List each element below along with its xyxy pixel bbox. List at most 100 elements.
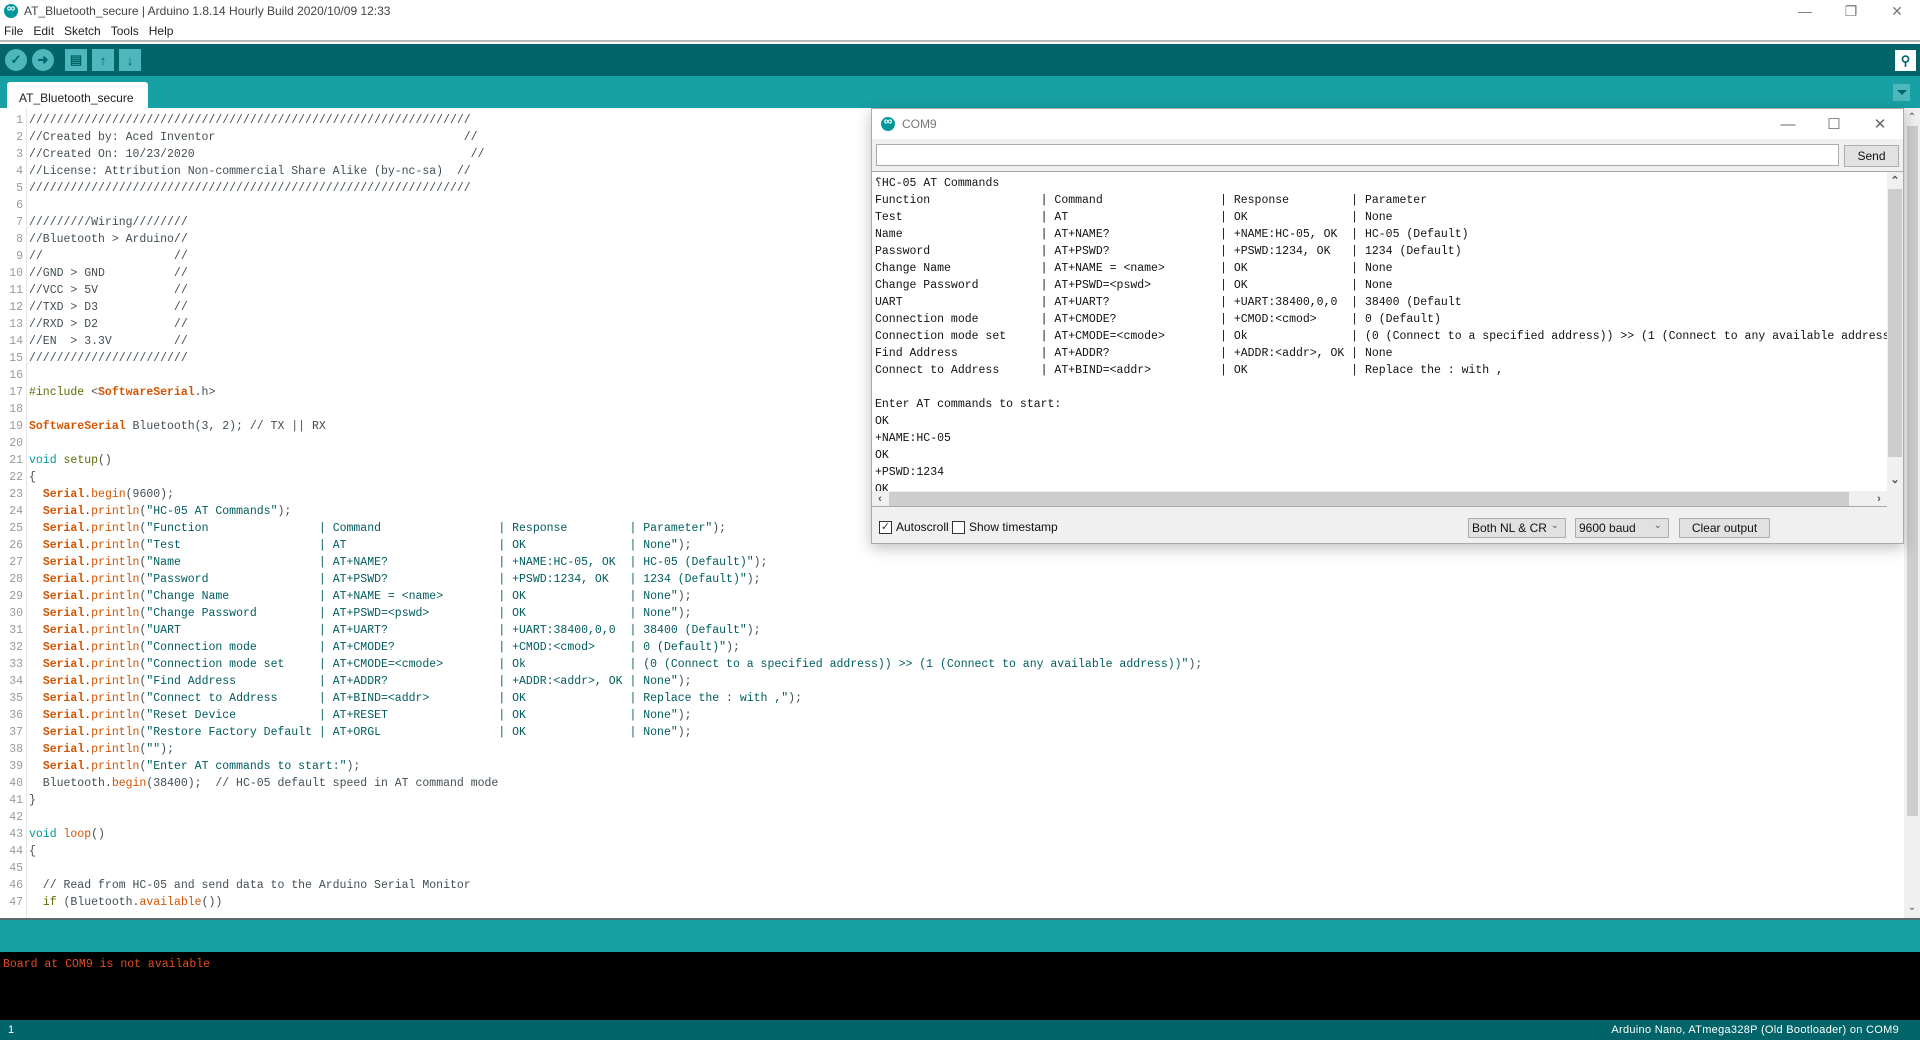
code-line[interactable]: 33 Serial.println("Connection mode set |…: [0, 656, 1202, 673]
scroll-up-icon[interactable]: ⌃: [1904, 110, 1920, 126]
code-line[interactable]: 38 Serial.println("");: [0, 741, 1202, 758]
line-number: 41: [9, 794, 23, 807]
menu-tools[interactable]: Tools: [110, 24, 140, 38]
serial-input[interactable]: [876, 144, 1839, 166]
code-text: Serial.println("Password | AT+PSWD? | +P…: [24, 571, 761, 588]
upload-button[interactable]: ➜: [32, 49, 54, 71]
code-line[interactable]: 35 Serial.println("Connect to Address | …: [0, 690, 1202, 707]
scroll-down-icon[interactable]: ⌄: [1904, 900, 1920, 916]
checkbox-unchecked-icon[interactable]: [952, 520, 965, 534]
code-line[interactable]: 32 Serial.println("Connection mode | AT+…: [0, 639, 1202, 656]
code-line[interactable]: 41}: [0, 792, 1202, 809]
code-token: "HC-05 AT Commands": [146, 505, 278, 518]
code-line[interactable]: 42: [0, 809, 1202, 826]
serial-vertical-scrollbar[interactable]: ⌃ ⌄: [1887, 172, 1903, 491]
code-token: "Change Password | AT+PSWD=<pswd> | OK |…: [146, 607, 678, 620]
serial-monitor-button[interactable]: ⚲: [1895, 50, 1916, 71]
scroll-right-icon[interactable]: ›: [1871, 491, 1887, 507]
code-text: Serial.begin(9600);: [24, 486, 174, 503]
code-token: println: [91, 573, 140, 586]
code-text: ///////////////////////: [24, 350, 188, 367]
line-number: 4: [16, 165, 23, 178]
verify-button[interactable]: ✓: [5, 49, 27, 71]
code-token: (Bluetooth.: [56, 896, 140, 909]
code-token: Serial: [42, 522, 85, 535]
code-line[interactable]: 31 Serial.println("UART | AT+UART? | +UA…: [0, 622, 1202, 639]
serial-close-button[interactable]: ✕: [1857, 109, 1903, 139]
code-token: "": [146, 743, 161, 756]
scrollbar-thumb[interactable]: [889, 492, 1849, 506]
scrollbar-thumb[interactable]: [1907, 126, 1918, 816]
editor-vertical-scrollbar[interactable]: ⌃ ⌄: [1904, 108, 1920, 918]
code-line[interactable]: 30 Serial.println("Change Password | AT+…: [0, 605, 1202, 622]
line-number: 34: [9, 675, 23, 688]
code-token: if: [42, 896, 57, 909]
line-number: 37: [9, 726, 23, 739]
code-line[interactable]: 36 Serial.println("Reset Device | AT+RES…: [0, 707, 1202, 724]
toolbar: ✓ ➜ ▤ ↑ ↓ ⚲: [0, 44, 1920, 76]
line-number: 45: [9, 862, 23, 875]
code-line[interactable]: 39 Serial.println("Enter AT commands to …: [0, 758, 1202, 775]
status-line-number: 1: [8, 1024, 15, 1036]
tab-at-bluetooth-secure[interactable]: AT_Bluetooth_secure: [7, 82, 148, 108]
code-line[interactable]: 37 Serial.println("Restore Factory Defau…: [0, 724, 1202, 741]
line-number: 5: [16, 182, 23, 195]
tab-menu-button[interactable]: [1893, 84, 1910, 101]
serial-minimize-button[interactable]: —: [1765, 109, 1811, 139]
code-line[interactable]: 43 void loop(): [0, 826, 1202, 843]
new-sketch-button[interactable]: ▤: [65, 49, 87, 71]
code-token: //License: Attribution Non-commercial Sh…: [29, 165, 471, 178]
chevron-down-icon: ⌄: [1550, 520, 1559, 531]
open-sketch-button[interactable]: ↑: [92, 49, 114, 71]
code-line[interactable]: 29 Serial.println("Change Name | AT+NAME…: [0, 588, 1202, 605]
line-number: 43: [9, 828, 23, 841]
code-line[interactable]: 44 {: [0, 843, 1202, 860]
code-line[interactable]: 40 Bluetooth.begin(38400); // HC-05 defa…: [0, 775, 1202, 792]
menu-edit[interactable]: Edit: [32, 24, 55, 38]
code-text: }: [24, 792, 36, 809]
serial-maximize-button[interactable]: ☐: [1811, 109, 1857, 139]
code-token: void: [29, 454, 57, 467]
line-number: 18: [9, 403, 23, 416]
code-text: //Created by: Aced Inventor //: [24, 129, 478, 146]
code-token: );: [677, 590, 692, 603]
code-line[interactable]: 34 Serial.println("Find Address | AT+ADD…: [0, 673, 1202, 690]
minimize-button[interactable]: —: [1782, 0, 1828, 22]
code-line[interactable]: 45: [0, 860, 1202, 877]
code-token: );: [746, 573, 761, 586]
serial-output-line: OK: [875, 415, 889, 428]
code-token: "Restore Factory Default | AT+ORGL | OK …: [146, 726, 678, 739]
code-line[interactable]: 47 if (Bluetooth.available()): [0, 894, 1202, 911]
checkbox-checked-icon[interactable]: ✓: [879, 520, 892, 534]
code-token: <: [84, 386, 99, 399]
code-text: ////////////////////////////////////////…: [24, 180, 471, 197]
code-token: "Reset Device | AT+RESET | OK | None": [146, 709, 678, 722]
serial-monitor-title-bar: COM9 — ☐ ✕: [872, 109, 1903, 139]
window-controls: — ❐ ✕: [1782, 0, 1920, 22]
code-line[interactable]: 46 // Read from HC-05 and send data to t…: [0, 877, 1202, 894]
autoscroll-checkbox[interactable]: ✓ Autoscroll: [879, 520, 949, 534]
clear-output-button[interactable]: Clear output: [1679, 518, 1770, 538]
code-line[interactable]: 28 Serial.println("Password | AT+PSWD? |…: [0, 571, 1202, 588]
scroll-down-icon[interactable]: ⌄: [1887, 472, 1903, 488]
code-line[interactable]: 27 Serial.println("Name | AT+NAME? | +NA…: [0, 554, 1202, 571]
menu-file[interactable]: File: [3, 24, 24, 38]
code-text: ////////////////////////////////////////…: [24, 112, 471, 129]
restore-button[interactable]: ❐: [1828, 0, 1874, 22]
code-token: println: [91, 556, 140, 569]
serial-horizontal-scrollbar[interactable]: ‹ ›: [872, 491, 1887, 507]
scroll-up-icon[interactable]: ⌃: [1887, 173, 1903, 189]
code-token: "Function | Command | Response | Paramet…: [146, 522, 713, 535]
code-token: "Connection mode | AT+CMODE? | +CMOD:<cm…: [146, 641, 727, 654]
save-sketch-button[interactable]: ↓: [119, 49, 141, 71]
menu-help[interactable]: Help: [148, 24, 175, 38]
scrollbar-thumb[interactable]: [1888, 189, 1902, 457]
show-timestamp-checkbox[interactable]: Show timestamp: [952, 520, 1058, 534]
line-ending-select[interactable]: Both NL & CR ⌄: [1468, 518, 1566, 538]
baud-rate-select[interactable]: 9600 baud ⌄: [1575, 518, 1669, 538]
send-button[interactable]: Send: [1844, 145, 1899, 167]
menu-sketch[interactable]: Sketch: [63, 24, 102, 38]
scroll-left-icon[interactable]: ‹: [872, 491, 888, 507]
close-button[interactable]: ✕: [1874, 0, 1920, 22]
